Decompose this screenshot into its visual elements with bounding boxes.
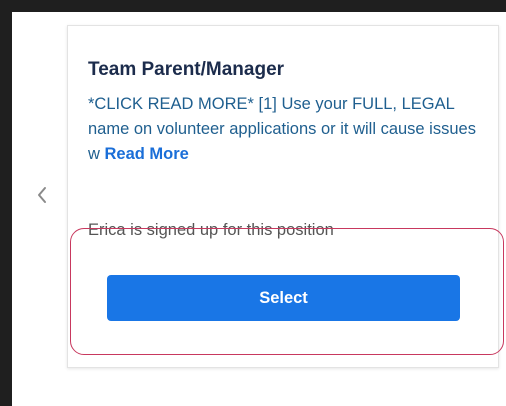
read-more-link[interactable]: Read More [105, 145, 189, 163]
signup-status-text: Erica is signed up for this position [88, 221, 334, 239]
left-dark-bar [0, 0, 12, 406]
position-title: Team Parent/Manager [88, 59, 285, 80]
previous-position-button[interactable] [30, 180, 54, 210]
top-dark-bar [0, 0, 506, 12]
select-button[interactable]: Select [107, 275, 460, 321]
position-description: *CLICK READ MORE* [1] Use your FULL, LEG… [88, 92, 488, 167]
chevron-left-icon [38, 187, 46, 203]
